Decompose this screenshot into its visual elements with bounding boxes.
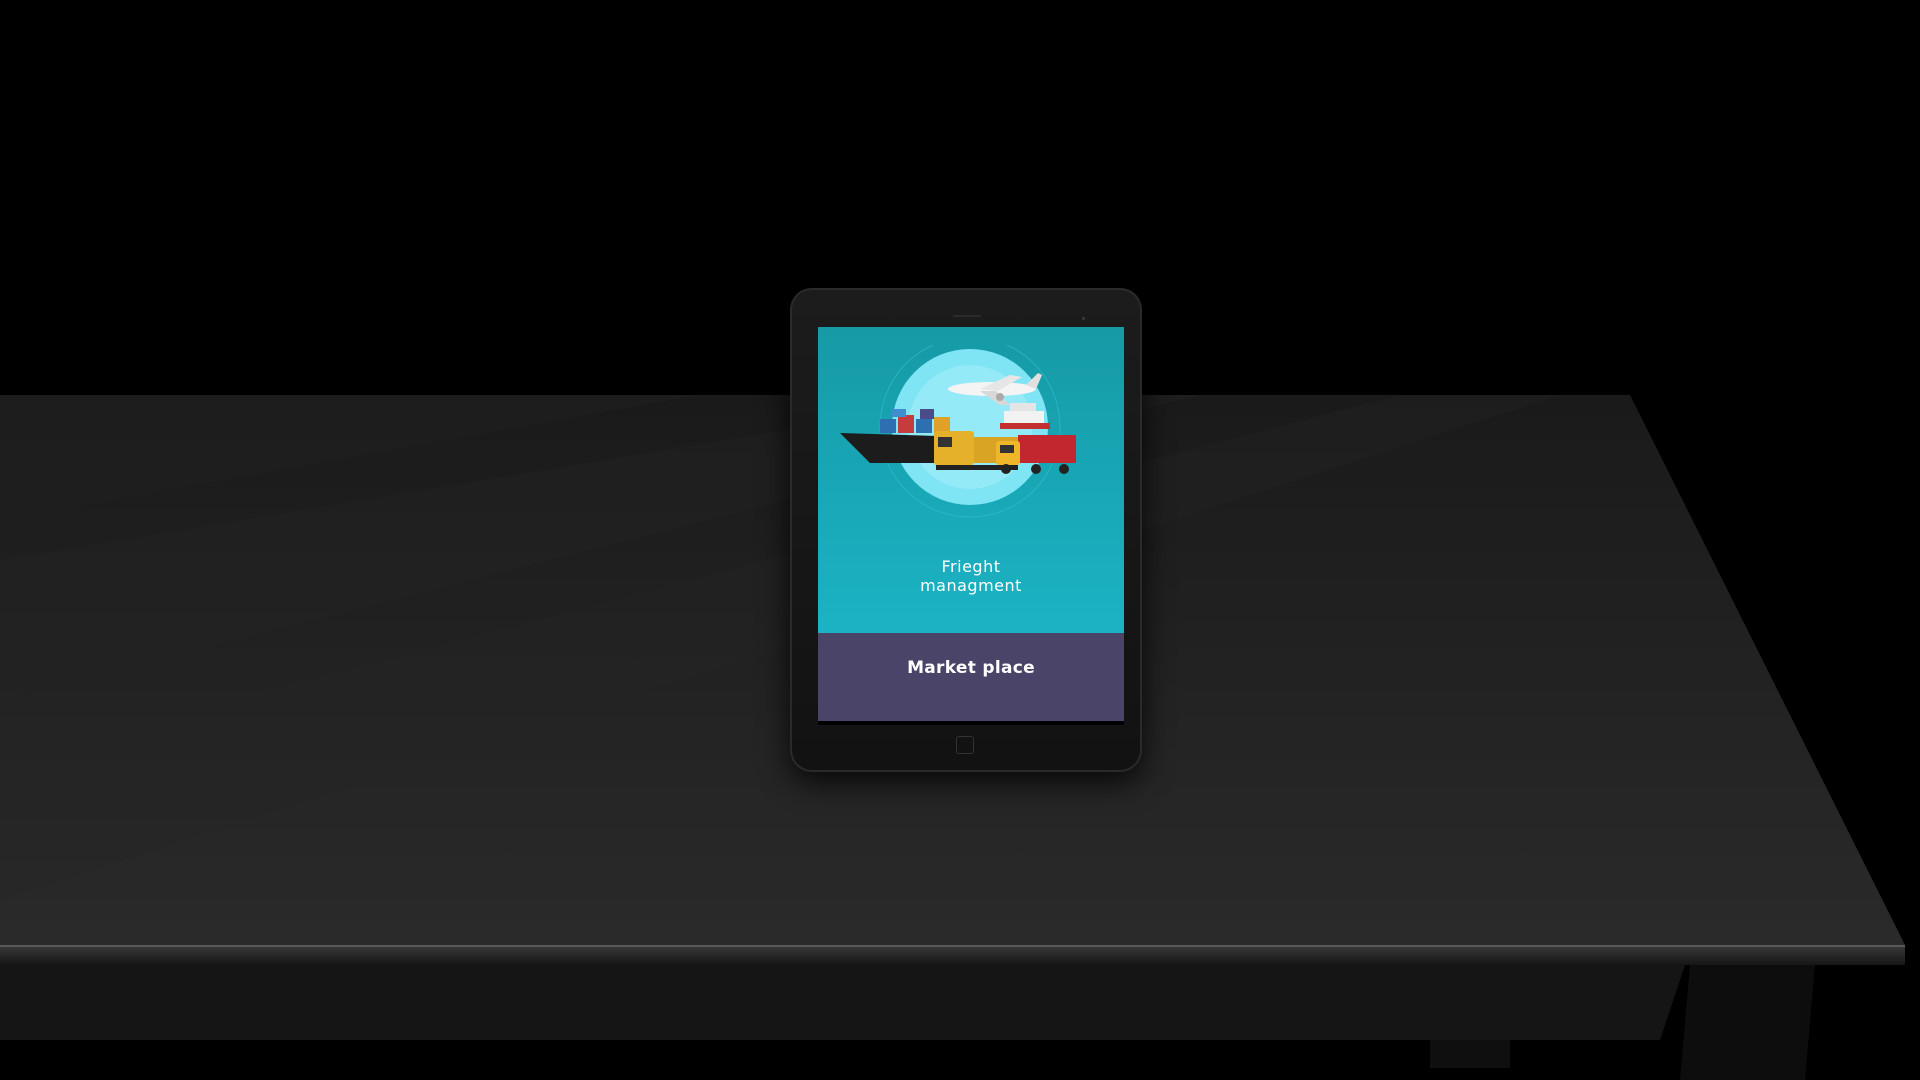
market-place-label: Market place [907, 658, 1035, 678]
scene: Frieght managment Market place [0, 0, 1920, 1080]
home-button[interactable] [956, 736, 974, 754]
tablet-device: Frieght managment Market place [790, 288, 1142, 772]
freight-management-label: Frieght managment [920, 557, 1022, 595]
freight-transport-illustration [840, 345, 1076, 518]
freight-management-tile[interactable]: Frieght managment [818, 327, 1124, 633]
market-place-tile[interactable]: Market place [818, 633, 1124, 721]
tablet-speaker [953, 315, 981, 317]
tablet-camera [1082, 317, 1085, 320]
tablet-screen: Frieght managment Market place [818, 327, 1124, 725]
